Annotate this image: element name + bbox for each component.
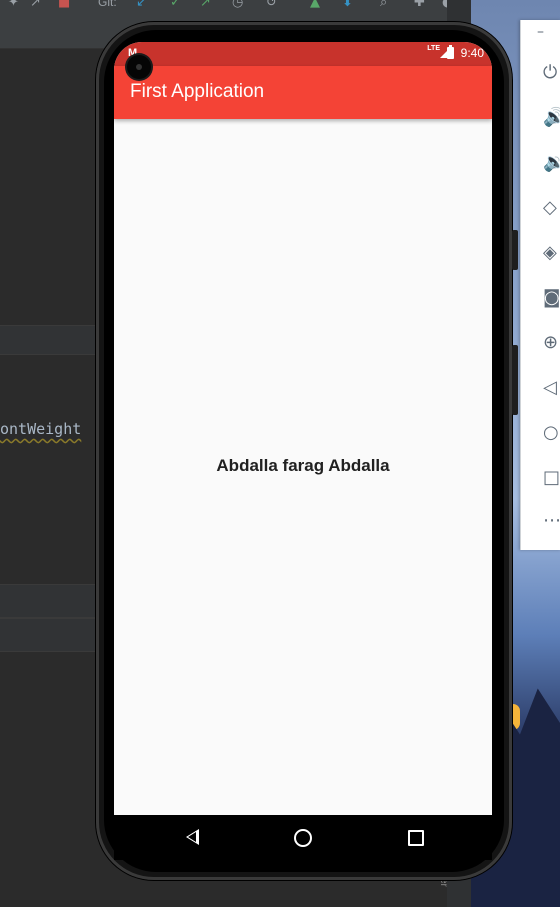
front-camera-icon (127, 55, 151, 79)
power-icon[interactable]: ⏻ (543, 62, 560, 84)
more-icon[interactable]: ⋯ (543, 510, 560, 532)
vcs-commit-icon[interactable]: ✓ (170, 0, 184, 10)
nav-home-icon[interactable] (294, 829, 312, 847)
nav-back-icon[interactable] (186, 829, 199, 845)
body-text: Abdalla farag Abdalla (216, 456, 390, 475)
ide-toolbar: ✦ ↗ ■ Git: ↙ ✓ ↗ ◷ ↺ ▲ ⬇ ⌕ ✚ ● (0, 0, 475, 18)
app-bar: First Application (114, 66, 492, 119)
volume-up-icon[interactable]: 🔊 (543, 107, 560, 129)
rollback-icon[interactable]: ↺ (266, 0, 280, 10)
camera-icon[interactable]: ◙ (543, 287, 560, 309)
code-fragment: ontWeight (0, 420, 82, 438)
phone-screen: M LTE 9:40 First Application Abdalla far… (114, 42, 492, 815)
settings-icon[interactable]: ✚ (414, 0, 428, 10)
nav-recents-icon[interactable] (408, 830, 424, 846)
zoom-icon[interactable]: ⊕ (543, 332, 560, 354)
network-type: LTE (427, 45, 440, 52)
battery-icon (447, 45, 454, 59)
git-label: Git: (98, 0, 117, 9)
sdk-manager-icon[interactable]: ⬇ (342, 0, 356, 10)
minimize-icon[interactable]: – (537, 24, 544, 40)
search-icon[interactable]: ⌕ (380, 0, 394, 10)
app-bar-title: First Application (130, 81, 265, 102)
emulator-control-panel: – ⏻ 🔊 🔉 ◇ ◈ ◙ ⊕ ◁ ○ □ ⋯ (520, 20, 560, 550)
avd-manager-icon[interactable]: ▲ (310, 0, 324, 10)
back-icon[interactable]: ◁ (543, 377, 560, 399)
build-icon[interactable]: ✦ (8, 0, 22, 10)
volume-down-icon[interactable]: 🔉 (543, 152, 560, 174)
stop-icon[interactable]: ■ (58, 0, 72, 10)
vcs-push-icon[interactable]: ↗ (200, 0, 214, 10)
status-bar: M LTE 9:40 (114, 42, 492, 66)
phone-side-button[interactable] (512, 230, 518, 270)
phone-volume-button[interactable] (512, 345, 518, 415)
android-nav-bar (114, 815, 492, 860)
rotate-right-icon[interactable]: ◈ (543, 242, 560, 264)
run-attach-icon[interactable]: ↗ (30, 0, 44, 10)
overview-icon[interactable]: □ (543, 467, 560, 489)
status-time: 9:40 (460, 46, 484, 60)
vcs-update-icon[interactable]: ↙ (136, 0, 150, 10)
history-icon[interactable]: ◷ (232, 0, 246, 10)
home-icon[interactable]: ○ (543, 422, 560, 444)
rotate-left-icon[interactable]: ◇ (543, 197, 560, 219)
